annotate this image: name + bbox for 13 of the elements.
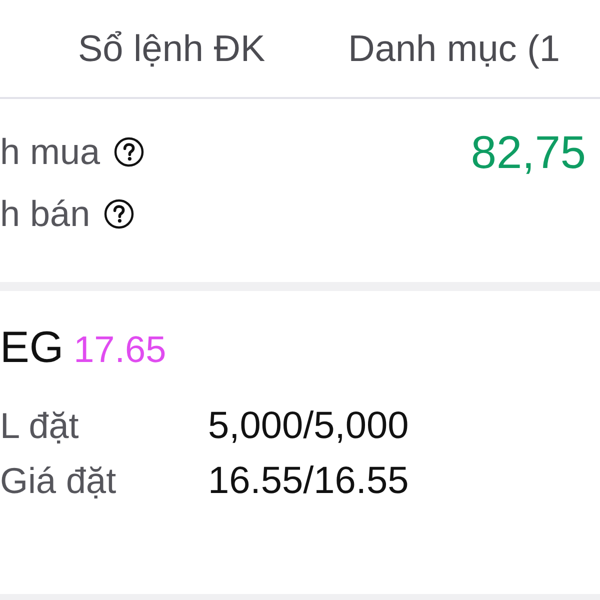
field-value: 5,000/5,000 [208,404,409,448]
field-value: 16.55/16.55 [208,458,409,502]
row-label: h mua [0,130,100,174]
stock-symbol: EG [0,323,64,373]
field-label: L đặt [0,404,80,448]
tab[interactable]: Danh mục (1 [336,20,572,76]
field-label: Giá đặt [0,458,118,502]
help-icon[interactable] [104,199,134,229]
stock-price: 17.65 [74,328,166,372]
amount-value: 82,75 [470,125,587,179]
row-label: h bán [0,192,90,236]
help-icon[interactable] [114,137,144,167]
tab[interactable]: Sổ lệnh ĐK [66,20,278,76]
